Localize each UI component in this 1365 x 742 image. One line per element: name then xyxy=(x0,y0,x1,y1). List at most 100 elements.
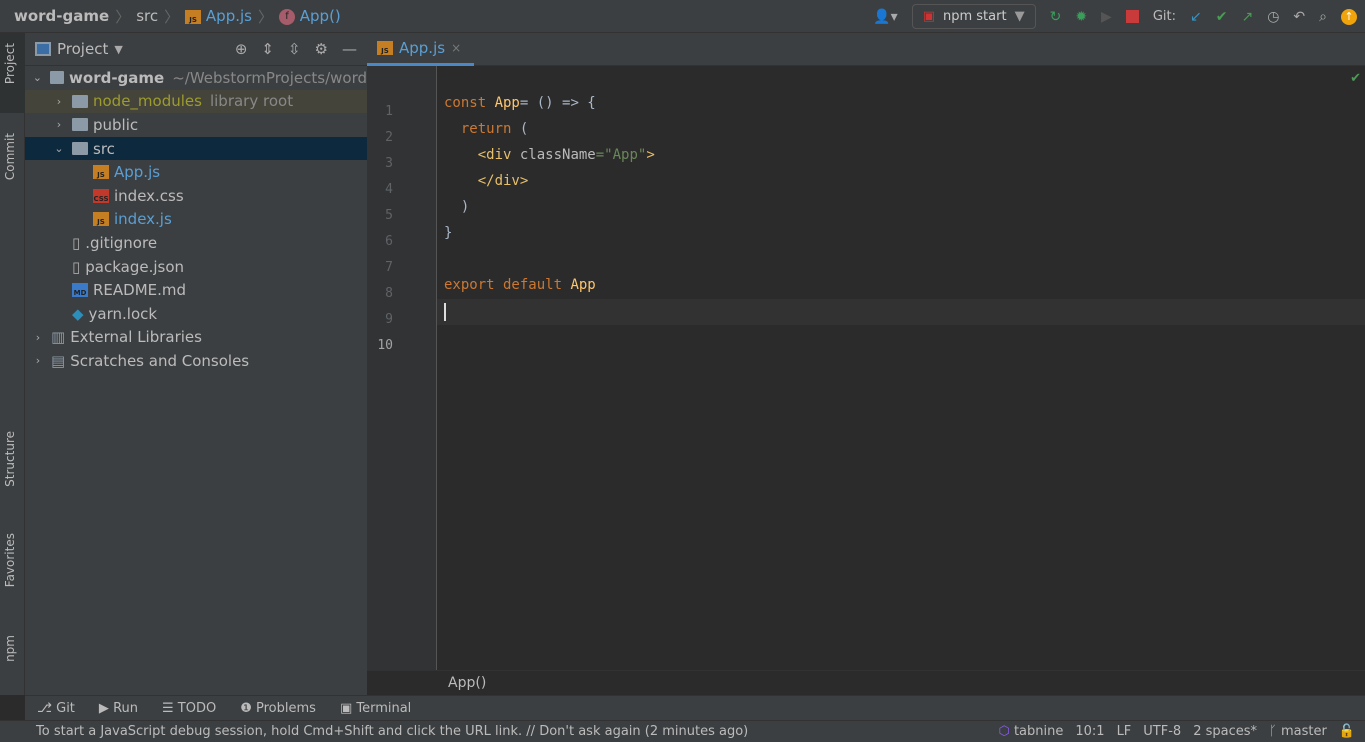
git-branch[interactable]: ᚴ master xyxy=(1269,724,1327,739)
debug-icon[interactable]: ✹ xyxy=(1075,9,1087,25)
markdown-file-icon: MD xyxy=(72,283,88,298)
tool-todo[interactable]: ☰ TODO xyxy=(162,701,216,716)
file-encoding[interactable]: UTF-8 xyxy=(1143,724,1181,739)
code-line[interactable]: export default App xyxy=(444,277,596,293)
chevron-right-icon[interactable]: › xyxy=(31,331,45,344)
tab-app-js[interactable]: JS App.js × xyxy=(367,33,474,66)
no-problems-icon: ✔ xyxy=(1350,71,1361,86)
editor: JS App.js × 1 2 3 4 5 6 7 8 9 10 const App= () => {… xyxy=(367,33,1365,695)
tool-run[interactable]: ▶ Run xyxy=(99,701,138,716)
user-icon[interactable]: 👤▾ xyxy=(873,9,897,25)
tree-item[interactable]: ▯ .gitignore xyxy=(25,231,367,255)
status-bar: To start a JavaScript debug session, hol… xyxy=(0,720,1365,742)
sidebar-tab-project[interactable]: Project xyxy=(3,43,17,84)
chevron-right-icon[interactable]: › xyxy=(52,118,66,131)
editor-breadcrumb[interactable]: App() xyxy=(367,670,1365,695)
tree-item[interactable]: › ▤ Scratches and Consoles xyxy=(25,349,367,373)
breadcrumb-symbol[interactable]: f App() xyxy=(278,7,341,25)
library-icon: ▥ xyxy=(51,328,66,347)
line-separator[interactable]: LF xyxy=(1117,724,1132,739)
project-view-icon xyxy=(35,42,51,56)
text-cursor xyxy=(444,303,446,321)
status-message[interactable]: To start a JavaScript debug session, hol… xyxy=(36,724,748,739)
tree-item[interactable]: ⌄ word-game ~/WebstormProjects/word xyxy=(25,66,367,90)
tree-item[interactable]: ⌄ src xyxy=(25,136,367,161)
tree-item[interactable]: › node_modules library root xyxy=(25,89,367,114)
line-number: 8 xyxy=(385,286,393,301)
line-number: 10 xyxy=(377,338,393,353)
folder-icon xyxy=(72,94,88,108)
project-panel-header: Project ▼ ⊕ ⇕ ⇳ ⚙ — xyxy=(25,33,367,66)
tree-item[interactable]: › ▥ External Libraries xyxy=(25,326,367,350)
search-icon[interactable]: ⌕ xyxy=(1319,9,1327,25)
breadcrumb-file[interactable]: JS App.js xyxy=(185,7,252,25)
tree-item[interactable]: JS App.js xyxy=(25,160,367,184)
history-icon[interactable]: ◷ xyxy=(1267,9,1279,25)
tree-item[interactable]: MD README.md xyxy=(25,278,367,302)
navigation-bar: word-game 〉 src 〉 JS App.js 〉 f App() 👤▾… xyxy=(0,0,1365,33)
folder-icon xyxy=(49,71,65,85)
js-file-icon: JS xyxy=(185,9,202,24)
code-line[interactable]: </div> xyxy=(444,173,529,189)
chevron-down-icon[interactable]: ⌄ xyxy=(52,142,66,155)
line-number: 1 xyxy=(385,104,393,119)
sidebar-tab-commit[interactable]: Commit xyxy=(3,133,17,180)
collapse-all-icon[interactable]: ⇳ xyxy=(288,40,301,58)
git-update-icon[interactable]: ↙ xyxy=(1190,9,1202,25)
tree-item[interactable]: ◆ yarn.lock xyxy=(25,302,367,326)
breadcrumb-folder[interactable]: src xyxy=(136,7,158,25)
coverage-icon: ▶ xyxy=(1101,8,1112,25)
project-view-select[interactable]: Project xyxy=(57,40,108,58)
chevron-right-icon[interactable]: › xyxy=(31,354,45,367)
code-line[interactable] xyxy=(444,303,446,321)
line-number: 2 xyxy=(385,130,393,145)
chevron-right-icon[interactable]: › xyxy=(52,95,66,108)
git-label: Git: xyxy=(1152,9,1176,24)
tool-git[interactable]: ⎇ Git xyxy=(37,701,75,716)
close-tab-icon[interactable]: × xyxy=(451,41,461,55)
line-number: 5 xyxy=(385,208,393,223)
tree-item[interactable]: CSS index.css xyxy=(25,184,367,208)
rerun-icon[interactable]: ↻ xyxy=(1050,9,1062,25)
tree-item[interactable]: JS index.js xyxy=(25,208,367,232)
npm-icon: ▣ xyxy=(922,9,935,24)
js-file-icon: JS xyxy=(93,212,109,227)
locate-icon[interactable]: ⊕ xyxy=(235,40,248,58)
sidebar-tab-structure[interactable]: Structure xyxy=(3,431,17,487)
scratch-icon: ▤ xyxy=(51,351,66,370)
code-line[interactable]: return ( xyxy=(444,121,528,137)
breadcrumb-project[interactable]: word-game xyxy=(14,7,109,25)
tree-item[interactable]: ▯ package.json xyxy=(25,255,367,279)
tabnine-status[interactable]: ⬡ tabnine xyxy=(998,724,1063,739)
rollback-icon[interactable]: ↶ xyxy=(1293,9,1305,25)
line-number: 6 xyxy=(385,234,393,249)
file-icon: ▯ xyxy=(72,233,81,252)
stop-icon[interactable] xyxy=(1125,10,1139,23)
tree-item[interactable]: › public xyxy=(25,113,367,137)
git-push-icon[interactable]: ↗ xyxy=(1241,9,1253,25)
yarn-icon: ◆ xyxy=(72,304,84,323)
file-icon: ▯ xyxy=(72,257,81,276)
caret-position[interactable]: 10:1 xyxy=(1075,724,1104,739)
chevron-down-icon[interactable]: ⌄ xyxy=(31,71,44,84)
update-icon[interactable]: ↑ xyxy=(1341,8,1357,25)
minimize-icon[interactable]: — xyxy=(342,40,357,58)
gutter: 1 2 3 4 5 6 7 8 9 10 xyxy=(367,66,437,670)
indent-setting[interactable]: 2 spaces* xyxy=(1193,724,1257,739)
code-line[interactable]: } xyxy=(444,225,452,241)
function-icon: f xyxy=(278,8,295,25)
lock-icon[interactable]: 🔓 xyxy=(1339,724,1355,739)
tool-problems[interactable]: ❶ Problems xyxy=(240,701,316,716)
line-number: 7 xyxy=(385,260,393,275)
folder-icon xyxy=(72,142,88,156)
code-line[interactable]: const App= () => { xyxy=(444,95,596,111)
code-line[interactable]: ) xyxy=(444,199,469,215)
sidebar-tab-npm[interactable]: npm xyxy=(3,635,17,662)
sidebar-tab-favorites[interactable]: Favorites xyxy=(3,533,17,587)
gear-icon[interactable]: ⚙ xyxy=(315,40,328,58)
tool-terminal[interactable]: ▣ Terminal xyxy=(340,701,411,716)
git-commit-icon[interactable]: ✔ xyxy=(1216,9,1228,25)
run-config-select[interactable]: ▣ npm start ▼ xyxy=(911,4,1036,29)
expand-all-icon[interactable]: ⇕ xyxy=(261,40,274,58)
code-line[interactable]: <div className="App"> xyxy=(444,147,655,163)
